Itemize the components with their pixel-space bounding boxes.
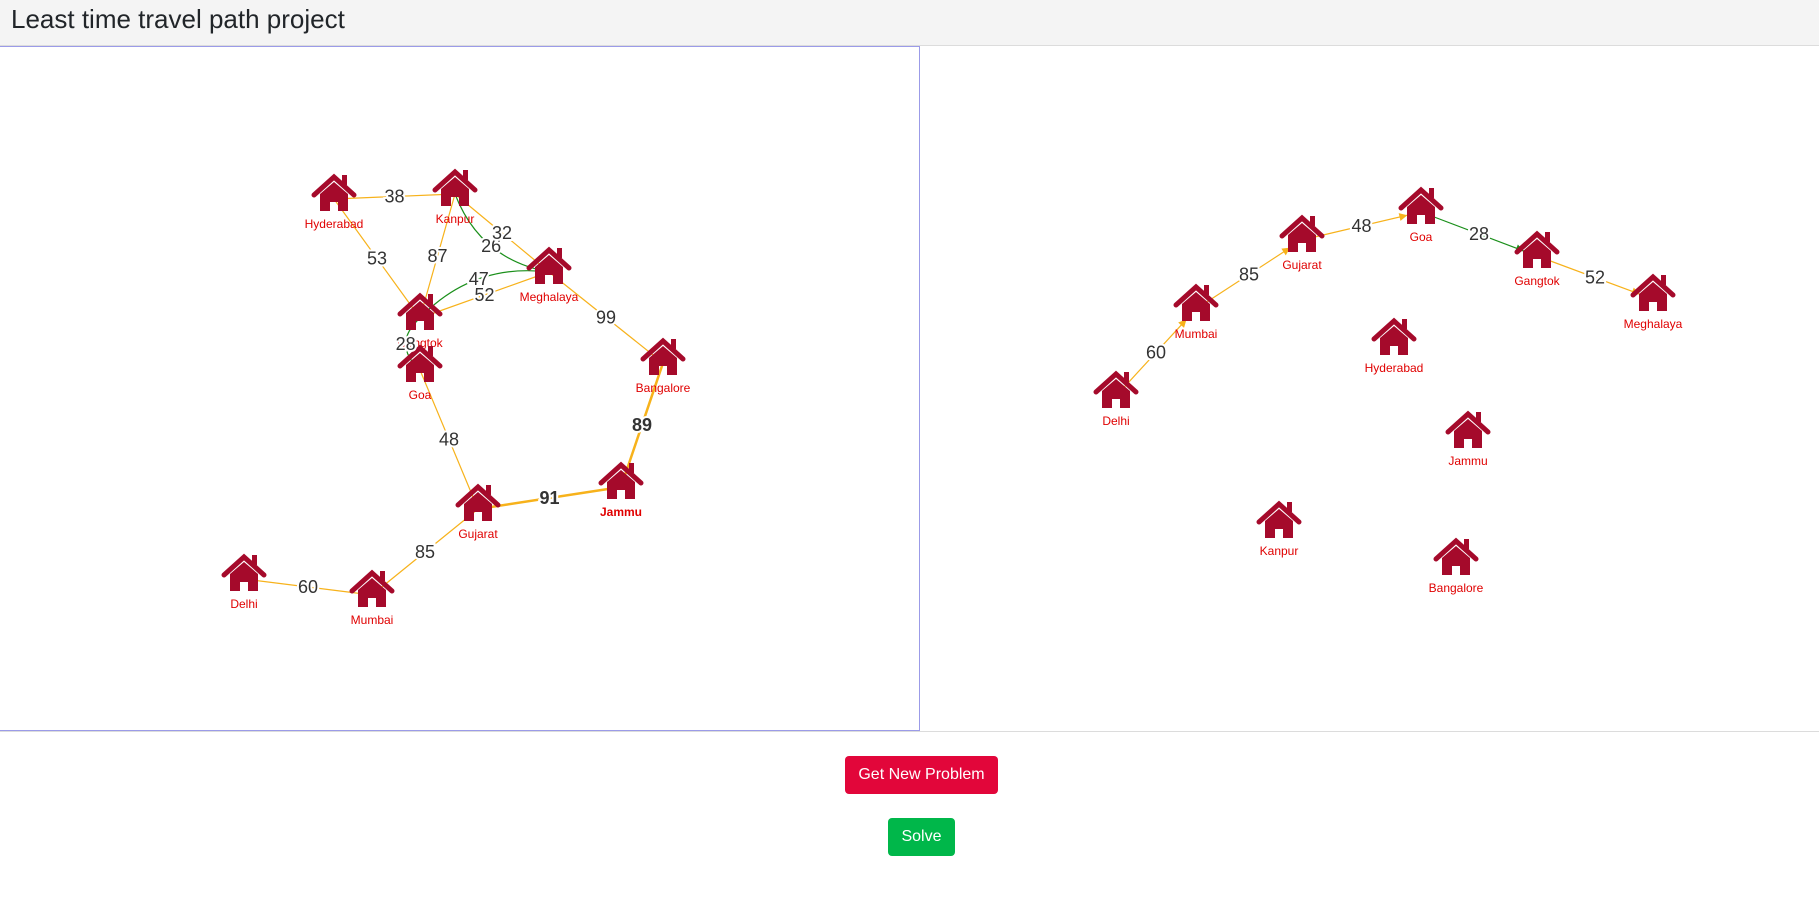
city-label: Jammu xyxy=(1448,454,1487,468)
city-label: Gujarat xyxy=(1282,258,1322,272)
edge-weight-label: 52 xyxy=(1585,268,1605,288)
solution-graph-canvas[interactable]: Delhi Mumbai Gujarat Goa Gangtok Meghalaya Hyd… xyxy=(922,46,1819,731)
app-header: Least time travel path project xyxy=(0,0,1819,46)
edge-weight-label: 47 xyxy=(469,269,489,289)
city-label: Meghalaya xyxy=(520,290,579,304)
city-node-hyderabad[interactable]: Hyderabad xyxy=(1365,317,1424,375)
edge-weight-label: 89 xyxy=(632,415,652,435)
edge-weight-label: 28 xyxy=(1469,224,1489,244)
city-label: Hyderabad xyxy=(305,217,364,231)
city-node-jammu[interactable]: Jammu xyxy=(598,461,644,519)
gangtok-house-icon xyxy=(1514,230,1560,268)
jammu-house-icon xyxy=(598,461,644,499)
city-label: Goa xyxy=(409,388,432,402)
page-title: Least time travel path project xyxy=(11,4,345,34)
hyderabad-house-icon xyxy=(1371,317,1417,355)
edge-weight-label: 38 xyxy=(384,187,404,207)
delhi-house-icon xyxy=(1093,370,1139,408)
city-node-goa[interactable]: Goa xyxy=(1398,186,1444,244)
nodes-layer: Hyderabad KanpurMeghalayaGangtokGoa Bangal… xyxy=(221,168,691,627)
gujarat-house-icon xyxy=(455,483,501,521)
gujarat-house-icon xyxy=(1279,214,1325,252)
city-label: Delhi xyxy=(230,597,257,611)
city-label: Mumbai xyxy=(1175,327,1218,341)
edge-weight-label: 60 xyxy=(298,577,318,597)
edge-weight-label: 32 xyxy=(492,223,512,243)
city-node-hyderabad[interactable]: Hyderabad xyxy=(305,173,364,231)
edge-weight-label: 48 xyxy=(1351,216,1371,236)
edge-weight-label: 85 xyxy=(1239,265,1259,285)
mumbai-house-icon xyxy=(1173,283,1219,321)
delhi-house-icon xyxy=(221,553,267,591)
city-label: Bangalore xyxy=(636,381,691,395)
city-label: Gujarat xyxy=(458,527,498,541)
city-label: Kanpur xyxy=(436,212,475,226)
goa-house-icon xyxy=(1398,186,1444,224)
edge-weight-label: 60 xyxy=(1146,343,1166,363)
edge-weight-label: 53 xyxy=(367,249,387,269)
edge-weight-label: 91 xyxy=(539,488,559,508)
city-label: Kanpur xyxy=(1260,544,1299,558)
solution-graph-svg[interactable]: Delhi Mumbai Gujarat Goa Gangtok Meghalaya Hyd… xyxy=(922,46,1819,729)
edge-weight-label: 85 xyxy=(415,542,435,562)
kanpur-house-icon xyxy=(432,168,478,206)
edge-weight-label: 99 xyxy=(596,308,616,328)
city-label: Hyderabad xyxy=(1365,361,1424,375)
edges-layer xyxy=(243,193,665,596)
edge-weight-label: 28 xyxy=(396,334,416,354)
mumbai-house-icon xyxy=(349,569,395,607)
city-node-gangtok[interactable]: Gangtok xyxy=(1514,230,1561,288)
bangalore-house-icon xyxy=(640,337,686,375)
edge-weight-label: 48 xyxy=(439,430,459,450)
city-label: Bangalore xyxy=(1429,581,1484,595)
city-node-mumbai[interactable]: Mumbai xyxy=(1173,283,1219,341)
solve-button[interactable]: Solve xyxy=(888,818,955,856)
city-node-gujarat[interactable]: Gujarat xyxy=(455,483,501,541)
bangalore-house-icon xyxy=(1433,537,1479,575)
kanpur-house-icon xyxy=(1256,500,1302,538)
panel-divider xyxy=(0,731,1819,732)
jammu-house-icon xyxy=(1445,410,1491,448)
hyderabad-house-icon xyxy=(311,173,357,211)
city-node-kanpur[interactable]: Kanpur xyxy=(432,168,478,226)
city-node-meghalaya[interactable]: Meghalaya xyxy=(520,246,579,304)
nodes-layer: Delhi Mumbai Gujarat Goa Gangtok Meghalaya Hyd… xyxy=(1093,186,1683,595)
city-label: Delhi xyxy=(1102,414,1129,428)
city-node-meghalaya[interactable]: Meghalaya xyxy=(1624,273,1683,331)
city-node-bangalore[interactable]: Bangalore xyxy=(1429,537,1484,595)
city-node-delhi[interactable]: Delhi xyxy=(221,553,267,611)
city-label: Jammu xyxy=(600,505,642,519)
city-label: Meghalaya xyxy=(1624,317,1683,331)
meghalaya-house-icon xyxy=(526,246,572,284)
edge-weight-label: 87 xyxy=(427,246,447,266)
problem-graph-svg[interactable]: Hyderabad KanpurMeghalayaGangtokGoa Bangal… xyxy=(0,47,920,730)
city-label: Gangtok xyxy=(1514,274,1560,288)
problem-graph-canvas[interactable]: Hyderabad Kanpur Meghalaya Gangtok Goa Bangal… xyxy=(0,46,920,731)
get-new-problem-button[interactable]: Get New Problem xyxy=(845,756,998,794)
city-node-jammu[interactable]: Jammu xyxy=(1445,410,1491,468)
city-label: Mumbai xyxy=(351,613,394,627)
city-label: Goa xyxy=(1410,230,1433,244)
city-node-goa[interactable]: Goa xyxy=(397,344,443,402)
city-node-kanpur[interactable]: Kanpur xyxy=(1256,500,1302,558)
city-node-mumbai[interactable]: Mumbai xyxy=(349,569,395,627)
meghalaya-house-icon xyxy=(1630,273,1676,311)
city-node-gujarat[interactable]: Gujarat xyxy=(1279,214,1325,272)
